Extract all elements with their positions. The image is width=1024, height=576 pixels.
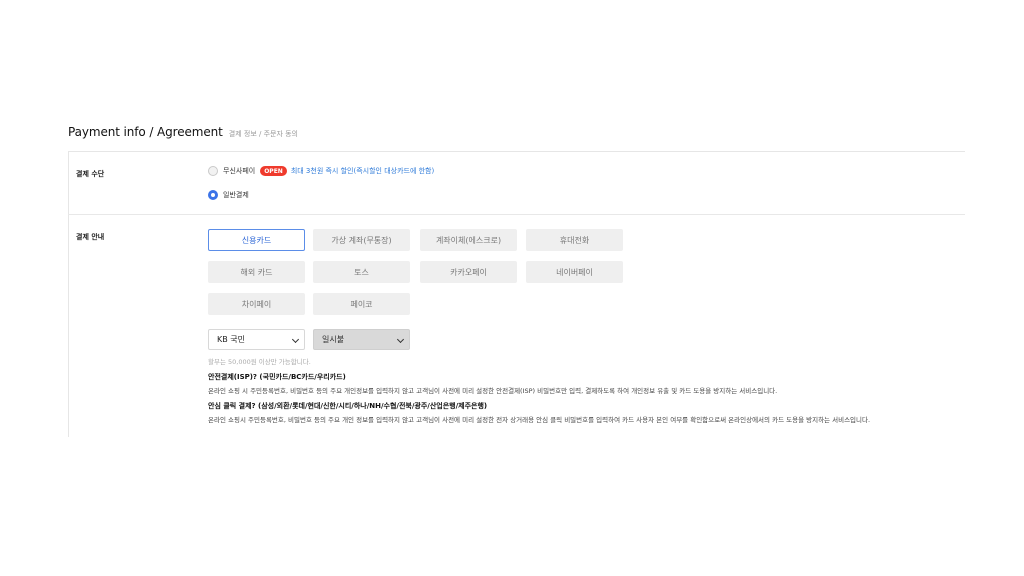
- method-kakaopay-button[interactable]: 카카오페이: [420, 261, 517, 283]
- method-virtual-account-button[interactable]: 가상 계좌(무통장): [313, 229, 410, 251]
- radio-label-musinsa-pay: 무신사페이: [223, 167, 256, 175]
- promo-text: 최대 3천원 즉시 할인(즉시할인 대상카드에 한함): [290, 167, 435, 175]
- method-payco-button[interactable]: 페이코: [313, 293, 410, 315]
- method-toss-button[interactable]: 토스: [313, 261, 410, 283]
- radio-label-general: 일반결제: [223, 191, 249, 199]
- row-divider: [68, 215, 69, 437]
- section-title: Payment info / Agreement: [68, 125, 223, 139]
- payment-method-label: 결제 수단: [76, 170, 105, 178]
- card-company-value: KB 국민: [217, 335, 245, 344]
- installment-note: 할부는 50,000원 이상만 가능합니다.: [208, 358, 311, 366]
- payment-table: 결제 수단 무신사페이 OPEN 최대 3천원 즉시 할인(즉시할인 대상카드에…: [68, 151, 965, 437]
- radio-checked-icon[interactable]: [208, 190, 218, 200]
- radio-unchecked-icon[interactable]: [208, 166, 218, 176]
- safe-click-title: 안심 클릭 결제? (삼성/외환/롯데/현대/신한/시티/하나/NH/수협/전북…: [208, 402, 488, 410]
- method-naverpay-button[interactable]: 네이버페이: [526, 261, 623, 283]
- payment-guide-label: 결제 안내: [76, 233, 105, 241]
- installment-select[interactable]: 일시불: [313, 329, 410, 350]
- installment-value: 일시불: [322, 335, 345, 344]
- section-header: Payment info / Agreement 결제 정보 / 주문자 동의: [68, 125, 965, 145]
- row-divider: [68, 152, 69, 214]
- safe-click-description: 온라인 쇼핑시 주민등록번호, 비밀번호 등의 주요 개인 정보를 입력하지 않…: [208, 416, 871, 424]
- chevron-down-icon: [291, 335, 300, 344]
- method-credit-card-button[interactable]: 신용카드: [208, 229, 305, 251]
- method-mobile-phone-button[interactable]: 휴대전화: [526, 229, 623, 251]
- card-company-select[interactable]: KB 국민: [208, 329, 305, 350]
- payment-guide-row: 결제 안내 신용카드 가상 계좌(무통장) 계좌이체(에스크로) 휴대전화 해외…: [68, 215, 965, 437]
- isp-description: 온라인 쇼핑 시 주민등록번호, 비밀번호 등의 주요 개인정보를 입력하지 않…: [208, 387, 778, 395]
- payment-method-row: 결제 수단 무신사페이 OPEN 최대 3천원 즉시 할인(즉시할인 대상카드에…: [68, 152, 965, 215]
- radio-option-musinsa-pay[interactable]: 무신사페이 OPEN 최대 3천원 즉시 할인(즉시할인 대상카드에 한함): [208, 166, 434, 176]
- open-badge: OPEN: [260, 166, 287, 176]
- isp-title: 안전결제(ISP)? (국민카드/BC카드/우리카드): [208, 373, 346, 381]
- method-chaipay-button[interactable]: 차이페이: [208, 293, 305, 315]
- chevron-down-icon: [396, 335, 405, 344]
- method-overseas-card-button[interactable]: 해외 카드: [208, 261, 305, 283]
- payment-section: Payment info / Agreement 결제 정보 / 주문자 동의 …: [68, 125, 965, 437]
- section-subtitle: 결제 정보 / 주문자 동의: [228, 130, 298, 138]
- method-bank-transfer-button[interactable]: 계좌이체(에스크로): [420, 229, 517, 251]
- radio-option-general[interactable]: 일반결제: [208, 190, 249, 200]
